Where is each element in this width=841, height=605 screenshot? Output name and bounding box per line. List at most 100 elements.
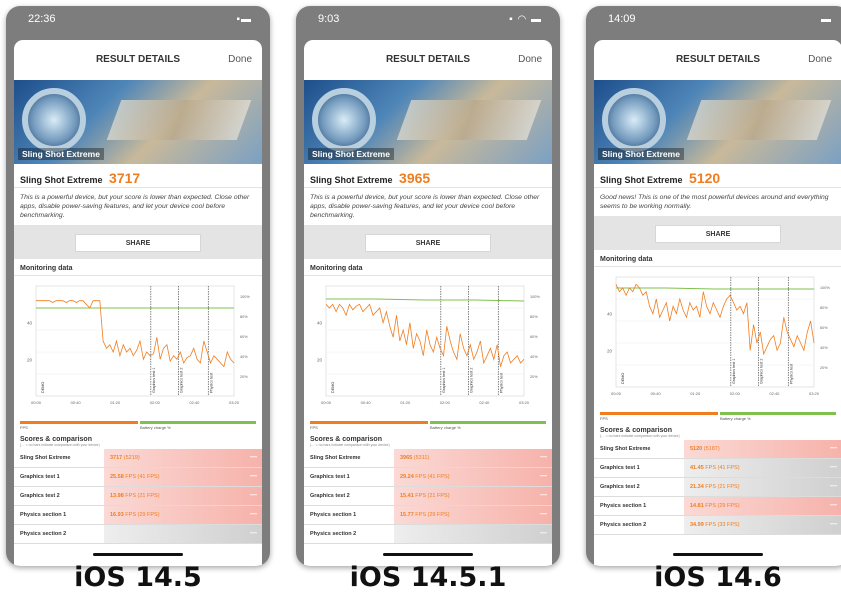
expand-icon[interactable]: — <box>250 530 257 537</box>
score-row-number: 16.93 <box>110 512 124 518</box>
monitoring-chart: 40 20 100% 80% 60% 40% 20% 00:00 00:40 01:20 02:00… <box>14 276 262 418</box>
status-time: 14:09 <box>608 13 636 25</box>
x-tick-label: 00:40 <box>651 391 662 396</box>
score-row-extra: FPS (41 FPS) <box>703 465 740 471</box>
score-row-number: 29.24 <box>400 474 414 480</box>
battery-tick-label: 40% <box>240 355 248 359</box>
battery-tick-label: 100% <box>820 286 830 290</box>
score-row[interactable]: Graphics test 1 41.45 FPS (41 FPS) — <box>594 459 841 478</box>
benchmark-name: Sling Shot Extreme <box>600 175 683 185</box>
score-row-extra: FPS (29 FPS) <box>123 512 160 518</box>
scores-list: Sling Shot Extreme 3965 (5311) — Graphics t… <box>304 449 552 544</box>
phase-label: Graphics test 2 <box>180 367 184 393</box>
battery-tick-label: 20% <box>820 366 828 370</box>
score-row-number: 15.77 <box>400 512 414 518</box>
banner-label: Sling Shot Extreme <box>18 148 104 160</box>
x-tick-label: 01:20 <box>110 400 121 405</box>
expand-icon[interactable]: — <box>250 473 257 480</box>
share-button[interactable]: SHARE <box>75 234 201 252</box>
expand-icon[interactable]: — <box>830 521 837 528</box>
score-bar <box>104 525 262 543</box>
battery-legend-bar <box>140 421 256 424</box>
score-line: Sling Shot Extreme 3965 <box>304 164 552 188</box>
battery-tick-label: 80% <box>820 306 828 310</box>
score-row-value: 14.81 FPS (29 FPS) <box>690 503 740 509</box>
expand-icon[interactable]: — <box>830 502 837 509</box>
expand-icon[interactable]: — <box>830 483 837 490</box>
score-row[interactable]: Sling Shot Extreme 3717 (5219) — <box>14 449 262 468</box>
fps-legend-label: FPS <box>20 425 28 430</box>
score-value: 5120 <box>689 170 721 186</box>
expand-icon[interactable]: — <box>250 492 257 499</box>
done-button[interactable]: Done <box>228 54 252 65</box>
score-row[interactable]: Sling Shot Extreme 3965 (5311) — <box>304 449 552 468</box>
score-row-value: 3717 (5219) <box>110 455 140 461</box>
y-tick-label: 20 <box>27 357 33 362</box>
expand-icon[interactable]: — <box>830 464 837 471</box>
score-row-label: Graphics test 2 <box>20 493 60 499</box>
battery-tick-label: 20% <box>240 375 248 379</box>
score-row-value: 29.24 FPS (41 FPS) <box>400 474 450 480</box>
battery-legend-bar <box>430 421 546 424</box>
expand-icon[interactable]: — <box>540 454 547 461</box>
monitoring-chart: 40 20 100% 80% 60% 40% 20% 00:00 00:40 01:20 02:00… <box>594 267 841 409</box>
score-row[interactable]: Physics section 2 — <box>14 525 262 544</box>
scores-header: Scores & comparison (… = no bars indicat… <box>14 432 262 449</box>
scores-list: Sling Shot Extreme 5120 (5187) — Graphics t… <box>594 440 841 535</box>
status-icons: ▪ ◠ ▬ <box>509 14 542 25</box>
expand-icon[interactable]: — <box>540 530 547 537</box>
page-title: RESULT DETAILS <box>675 54 761 65</box>
sheet-header: RESULT DETAILS Done <box>594 40 841 80</box>
score-row-extra: FPS (41 FPS) <box>413 474 450 480</box>
sheet-header: RESULT DETAILS Done <box>14 40 262 80</box>
y-tick-label: 40 <box>607 312 613 317</box>
score-line: Sling Shot Extreme 5120 <box>594 164 841 188</box>
fps-legend-bar <box>310 421 428 424</box>
expand-icon[interactable]: — <box>250 454 257 461</box>
battery-legend-label: Battery charge % <box>140 425 171 430</box>
score-row-extra: FPS (29 FPS) <box>413 512 450 518</box>
status-icons: ▬ <box>821 14 832 25</box>
done-button[interactable]: Done <box>518 54 542 65</box>
expand-icon[interactable]: — <box>830 445 837 452</box>
score-row-value: 15.41 FPS (21 FPS) <box>400 493 450 499</box>
phase-label: Physics test <box>499 372 503 393</box>
score-row[interactable]: Graphics test 2 13.98 FPS (21 FPS) — <box>14 487 262 506</box>
score-row[interactable]: Physics section 1 16.93 FPS (29 FPS) — <box>14 506 262 525</box>
score-row-label: Sling Shot Extreme <box>600 446 651 452</box>
benchmark-name: Sling Shot Extreme <box>20 175 103 185</box>
share-button[interactable]: SHARE <box>655 225 781 243</box>
phone-screenshot: 22:36 ▪▬ RESULT DETAILS Done Sling Shot … <box>6 6 270 566</box>
score-row[interactable]: Graphics test 1 25.58 FPS (41 FPS) — <box>14 468 262 487</box>
result-sheet: RESULT DETAILS Done Sling Shot Extreme S… <box>594 40 841 566</box>
expand-icon[interactable]: — <box>540 473 547 480</box>
banner-label: Sling Shot Extreme <box>598 148 684 160</box>
score-line: Sling Shot Extreme 3717 <box>14 164 262 188</box>
score-row-number: 5120 <box>690 446 703 452</box>
score-row[interactable]: Physics section 1 14.81 FPS (29 FPS) — <box>594 497 841 516</box>
x-tick-label: 00:00 <box>321 400 332 405</box>
scores-subtitle: (… = no bars indicate comparison with yo… <box>20 443 100 447</box>
score-row-extra: FPS (21 FPS) <box>703 484 740 490</box>
expand-icon[interactable]: — <box>540 511 547 518</box>
done-button[interactable]: Done <box>808 54 832 65</box>
score-row[interactable]: Graphics test 2 15.41 FPS (21 FPS) — <box>304 487 552 506</box>
score-row[interactable]: Physics section 2 — <box>304 525 552 544</box>
score-row[interactable]: Physics section 2 34.99 FPS (33 FPS) — <box>594 516 841 535</box>
score-row-extra: (5219) <box>122 455 140 461</box>
space-station-module <box>686 100 832 140</box>
share-button[interactable]: SHARE <box>365 234 491 252</box>
score-row[interactable]: Sling Shot Extreme 5120 (5187) — <box>594 440 841 459</box>
phase-label: DEMO <box>331 382 335 393</box>
score-row[interactable]: Graphics test 2 21.34 FPS (21 FPS) — <box>594 478 841 497</box>
score-row[interactable]: Graphics test 1 29.24 FPS (41 FPS) — <box>304 468 552 487</box>
expand-icon[interactable]: — <box>250 511 257 518</box>
share-bar: SHARE <box>304 225 552 259</box>
score-row-number: 15.41 <box>400 493 414 499</box>
score-row[interactable]: Physics section 1 15.77 FPS (29 FPS) — <box>304 506 552 525</box>
phase-label: Graphics test 2 <box>470 367 474 393</box>
y-tick-label: 40 <box>27 321 33 326</box>
expand-icon[interactable]: — <box>540 492 547 499</box>
ios-version-caption: iOS 14.5 <box>74 562 202 593</box>
banner-label: Sling Shot Extreme <box>308 148 394 160</box>
